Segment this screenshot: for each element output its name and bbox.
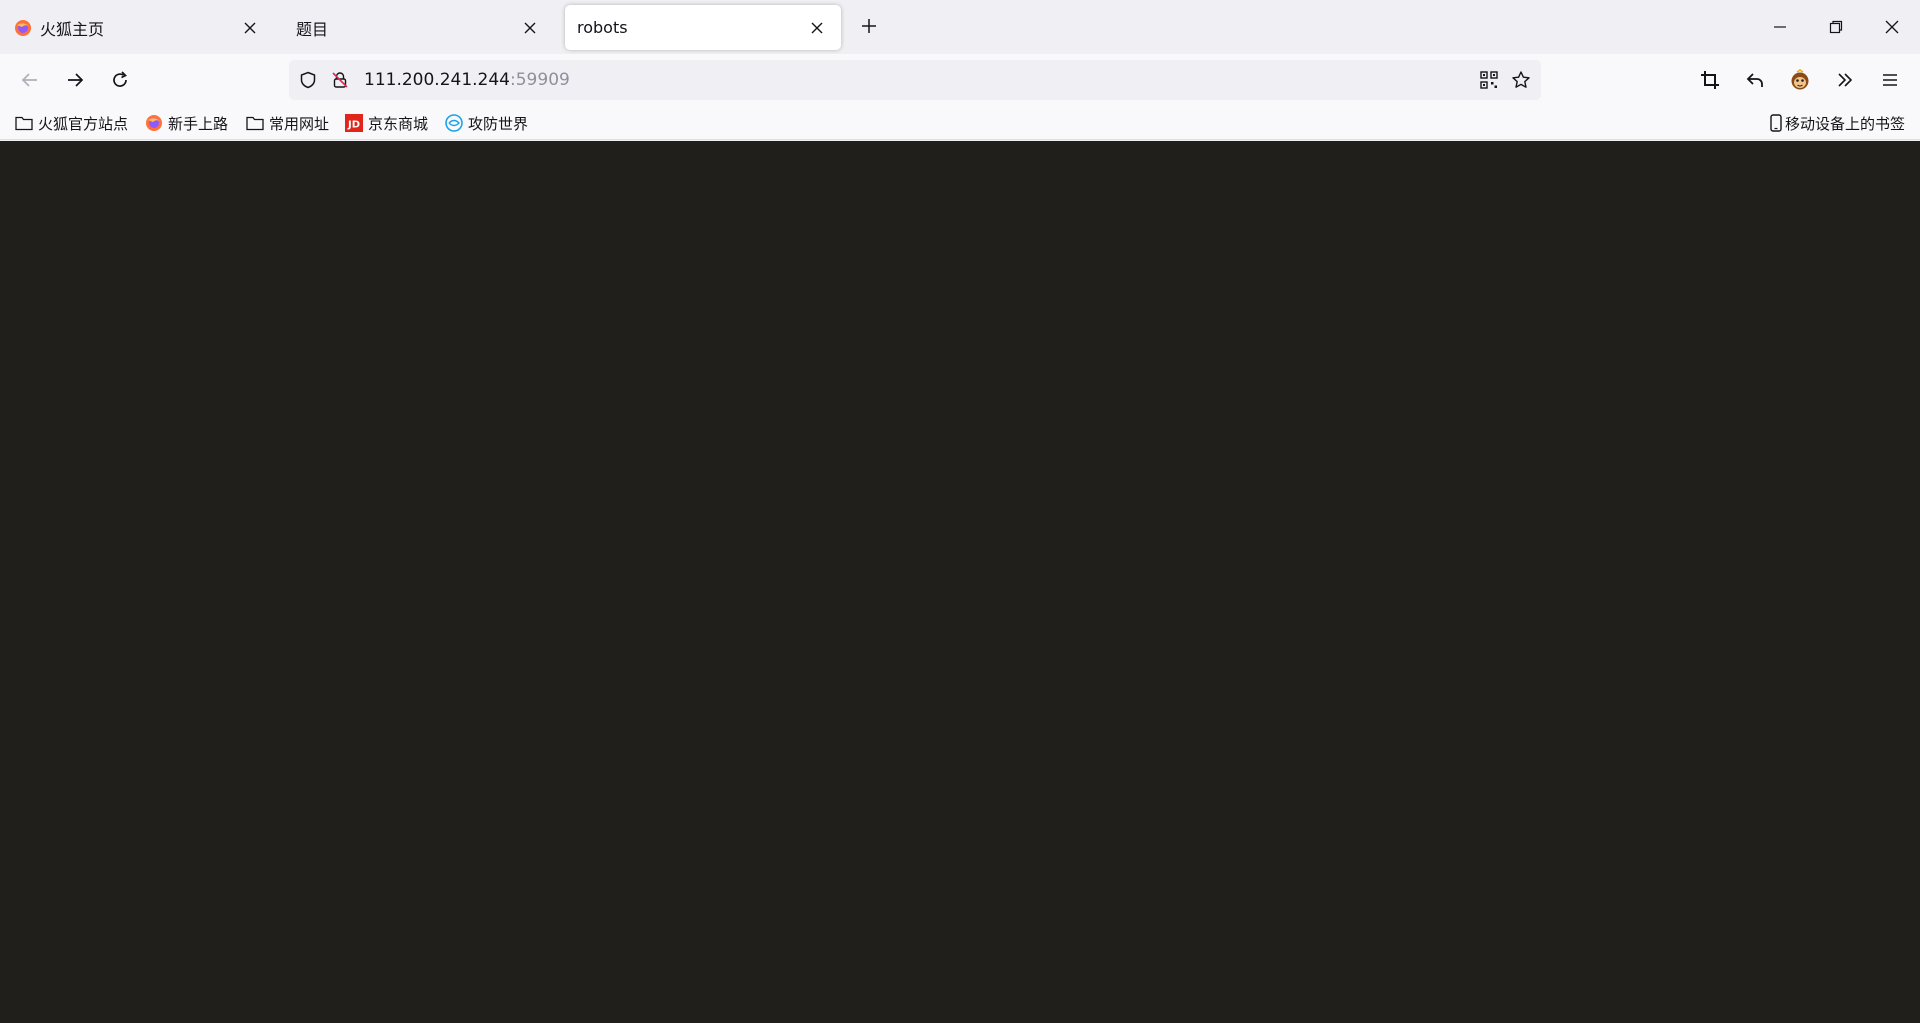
- hamburger-menu-icon: [1883, 74, 1897, 86]
- bookmark-label: 京东商城: [368, 114, 429, 133]
- close-icon[interactable]: [238, 16, 262, 40]
- bookmark-label: 火狐官方站点: [38, 114, 129, 133]
- new-tab-button[interactable]: [857, 14, 881, 38]
- bookmark-adworld[interactable]: 攻防世界: [445, 110, 528, 136]
- restore-button[interactable]: [1808, 0, 1864, 54]
- reload-icon: [113, 71, 127, 87]
- firefox-icon: [14, 19, 32, 37]
- bookmark-getting-started[interactable]: 新手上路: [145, 110, 228, 136]
- bookmark-common-sites[interactable]: 常用网址: [246, 110, 329, 136]
- forward-button[interactable]: [59, 64, 91, 96]
- close-icon: [1885, 20, 1899, 34]
- app-menu-button[interactable]: [1874, 64, 1906, 96]
- url-host: 111.200.241.244: [364, 70, 511, 90]
- tab-title: 题目: [296, 19, 329, 39]
- bookmark-label: 常用网址: [269, 114, 330, 133]
- arrow-right-icon: [68, 73, 84, 87]
- tab-problem[interactable]: 题目: [282, 5, 554, 50]
- minimize-icon: [1774, 26, 1786, 28]
- folder-icon: [246, 114, 264, 132]
- close-icon[interactable]: [805, 16, 829, 40]
- folder-icon: [15, 114, 33, 132]
- qr-code-icon[interactable]: [1473, 64, 1505, 96]
- insecure-lock-icon[interactable]: [324, 64, 356, 96]
- monkey-icon: [1791, 69, 1809, 90]
- plus-icon: [862, 19, 876, 33]
- double-chevron-right-icon: [1838, 73, 1853, 87]
- url-bar[interactable]: 111.200.241.244:59909: [289, 60, 1541, 100]
- url-text[interactable]: 111.200.241.244:59909: [364, 70, 1473, 90]
- url-port: :59909: [510, 70, 570, 90]
- undo-close-tab-button[interactable]: [1739, 64, 1771, 96]
- tab-firefox-home[interactable]: 火狐主页: [2, 5, 274, 50]
- bookmark-firefox-official[interactable]: 火狐官方站点: [15, 110, 128, 136]
- mobile-bookmarks[interactable]: 移动设备上的书签: [1769, 110, 1905, 136]
- back-button[interactable]: [14, 64, 46, 96]
- reload-button[interactable]: [104, 64, 136, 96]
- bookmark-star-icon[interactable]: [1505, 64, 1537, 96]
- close-icon[interactable]: [518, 16, 542, 40]
- bookmark-label: 攻防世界: [468, 114, 529, 133]
- tab-title: 火狐主页: [40, 19, 105, 39]
- overflow-menu-button[interactable]: [1829, 64, 1861, 96]
- mobile-icon: [1769, 114, 1783, 132]
- bookmark-label: 新手上路: [168, 114, 229, 133]
- tab-title: robots: [577, 18, 628, 37]
- undo-arrow-icon: [1746, 73, 1763, 87]
- close-window-button[interactable]: [1864, 0, 1920, 54]
- bookmarks-toolbar: 火狐官方站点 新手上路 常用网址 JD 京东商城 攻防世界 移动设备上的书签: [0, 106, 1920, 140]
- minimize-button[interactable]: [1752, 0, 1808, 54]
- restore-icon: [1829, 20, 1843, 34]
- crop-icon: [1701, 71, 1719, 89]
- shield-icon[interactable]: [292, 64, 324, 96]
- arrow-left-icon: [21, 73, 37, 87]
- page-content: [0, 141, 1920, 1023]
- screenshot-button[interactable]: [1694, 64, 1726, 96]
- extension-button[interactable]: [1784, 64, 1816, 96]
- jd-icon: JD: [345, 114, 363, 132]
- svg-text:JD: JD: [347, 120, 360, 131]
- window-controls: [1752, 0, 1920, 54]
- tab-robots[interactable]: robots: [565, 5, 841, 50]
- bookmark-jd[interactable]: JD 京东商城: [345, 110, 428, 136]
- nav-toolbar: 111.200.241.244:59909: [0, 54, 1920, 106]
- bookmark-label: 移动设备上的书签: [1784, 114, 1905, 133]
- tab-strip: 火狐主页 题目 robots: [0, 0, 1920, 54]
- adworld-icon: [445, 114, 463, 132]
- firefox-icon: [145, 114, 163, 132]
